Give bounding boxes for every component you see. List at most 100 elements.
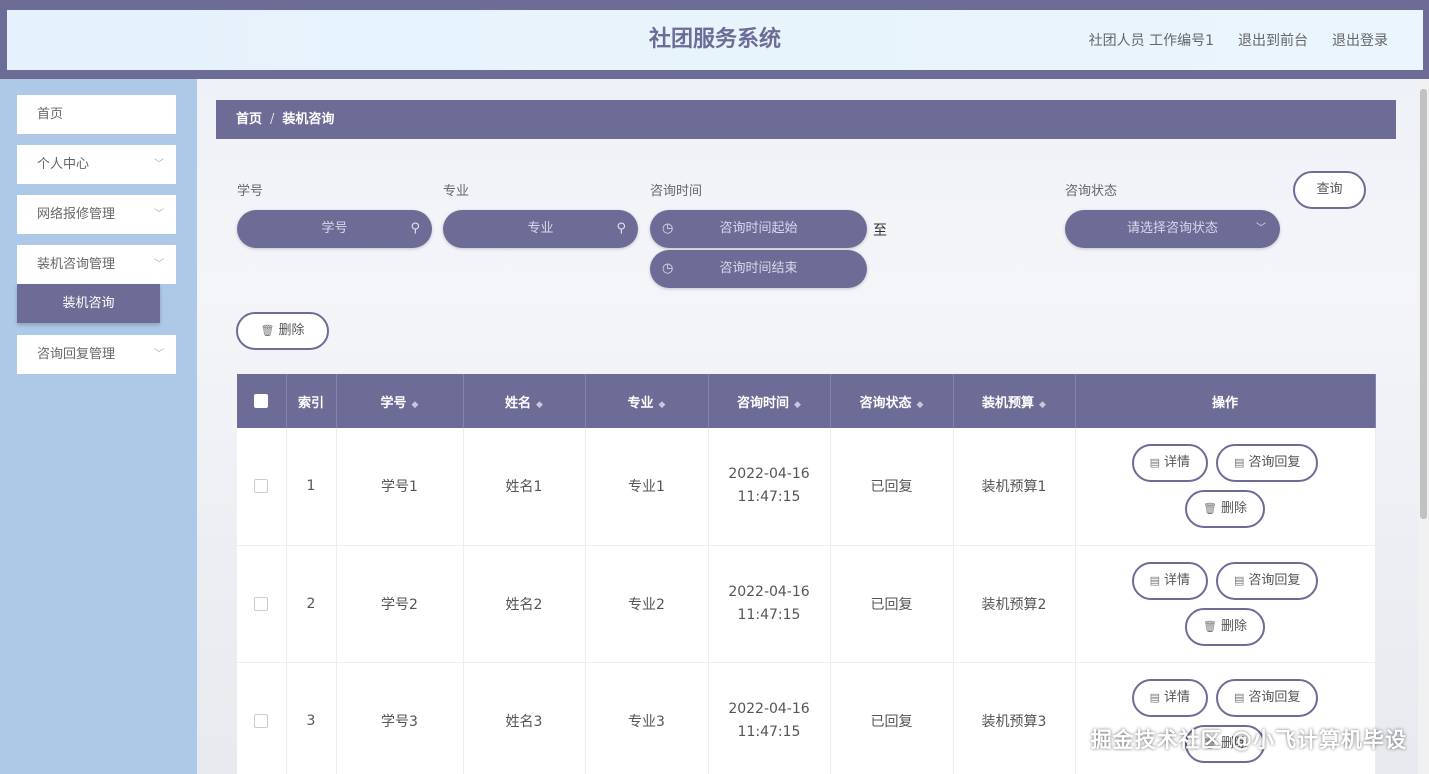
sidebar-item-consult-management[interactable]: 装机咨询管理 ﹀ [17, 245, 176, 284]
reply-label: 咨询回复 [1248, 689, 1301, 705]
zhuanye-label: 专业 [443, 184, 470, 199]
logout-link[interactable]: 退出登录 [1332, 30, 1388, 50]
cell-index: 3 [286, 662, 337, 774]
cell-name: 姓名3 [463, 662, 586, 774]
detail-button[interactable]: ▤ 详情 [1131, 678, 1208, 717]
sort-icon[interactable]: ◆ [412, 400, 419, 410]
sort-icon[interactable]: ◆ [917, 400, 924, 410]
scrollbar-thumb[interactable] [1420, 89, 1427, 519]
col-time[interactable]: 咨询时间 ◆ [708, 374, 831, 428]
row-checkbox[interactable] [254, 596, 269, 611]
sidebar-subitem-consult[interactable]: 装机咨询 [17, 284, 160, 323]
document-icon: ▤ [1234, 456, 1245, 470]
sort-icon[interactable]: ◆ [659, 400, 666, 410]
document-icon: ▤ [1234, 690, 1245, 704]
search-icon: ⚲ [616, 221, 626, 236]
reply-button[interactable]: ▤ 咨询回复 [1216, 678, 1319, 717]
page-scrollbar[interactable] [1418, 79, 1429, 774]
detail-label: 详情 [1163, 689, 1190, 705]
time-end-placeholder: 咨询时间结束 [719, 261, 798, 276]
breadcrumb-home[interactable]: 首页 [236, 112, 262, 127]
reply-button[interactable]: ▤ 咨询回复 [1216, 561, 1319, 600]
breadcrumb: 首页 / 装机咨询 [216, 100, 1396, 139]
cell-budget: 装机预算2 [953, 545, 1076, 663]
sidebar-item-label: 首页 [37, 107, 64, 122]
sidebar-item-repair-management[interactable]: 网络报修管理 ﹀ [17, 195, 176, 234]
zhuanye-placeholder: 专业 [527, 221, 554, 236]
reply-label: 咨询回复 [1248, 572, 1301, 588]
row-select-cell[interactable] [237, 428, 287, 546]
row-select-cell[interactable] [237, 662, 287, 774]
watermark: 掘金技术社区 @小飞计算机毕设 [1090, 728, 1407, 752]
cell-index: 1 [286, 428, 337, 546]
exit-to-front-link[interactable]: 退出到前台 [1238, 30, 1308, 50]
status-placeholder: 请选择咨询状态 [1126, 221, 1218, 236]
trash-icon: 🗑 [260, 324, 275, 337]
cell-budget: 装机预算1 [953, 428, 1076, 546]
breadcrumb-sep: / [270, 112, 275, 127]
col-status[interactable]: 咨询状态 ◆ [830, 374, 954, 428]
table-row: 2 学号2 姓名2 专业2 2022-04-16 11:47:15 已回复 装机… [237, 545, 1376, 663]
time-start-input[interactable]: ◷ 咨询时间起始 [650, 210, 867, 248]
delete-button[interactable]: 🗑 删除 [1185, 490, 1265, 529]
cell-time: 2022-04-16 11:47:15 [708, 545, 831, 663]
col-index: 索引 [286, 374, 337, 428]
detail-button[interactable]: ▤ 详情 [1131, 561, 1208, 600]
batch-delete-button[interactable]: 🗑 删除 [236, 312, 329, 350]
zhuanye-input[interactable]: 专业 ⚲ [443, 210, 638, 248]
table-header-row: 索引 学号 ◆ 姓名 ◆ 专业 ◆ 咨询时间 ◆ 咨询状态 ◆ 装机预算 ◆ 操作 [237, 374, 1376, 428]
col-name[interactable]: 姓名 ◆ [463, 374, 586, 428]
cell-xuehao: 学号1 [336, 428, 464, 546]
sidebar-item-reply-management[interactable]: 咨询回复管理 ﹀ [17, 335, 176, 374]
row-checkbox[interactable] [254, 713, 269, 728]
sidebar-item-personal-center[interactable]: 个人中心 ﹀ [17, 145, 176, 184]
sort-icon[interactable]: ◆ [536, 400, 543, 410]
cell-time: 2022-04-16 11:47:15 [708, 662, 831, 774]
time-end-input[interactable]: ◷ 咨询时间结束 [650, 250, 867, 288]
delete-label: 删除 [1220, 618, 1247, 634]
document-icon: ▤ [1234, 573, 1245, 587]
cell-name: 姓名1 [463, 428, 586, 546]
top-header: 社团服务系统 社团人员 工作编号1 退出到前台 退出登录 [7, 10, 1423, 70]
col-xuehao[interactable]: 学号 ◆ [336, 374, 464, 428]
delete-label: 删除 [1220, 501, 1247, 517]
sort-icon[interactable]: ◆ [1039, 400, 1046, 410]
col-major[interactable]: 专业 ◆ [585, 374, 709, 428]
search-button[interactable]: 查询 [1293, 171, 1366, 209]
row-select-cell[interactable] [237, 545, 287, 663]
chevron-down-icon: ﹀ [154, 259, 164, 270]
col-status-label: 咨询状态 [859, 395, 912, 411]
clock-icon: ◷ [662, 221, 674, 236]
select-all-cell[interactable] [237, 374, 287, 428]
col-time-label: 咨询时间 [737, 395, 790, 411]
reply-button[interactable]: ▤ 咨询回复 [1216, 444, 1319, 483]
col-budget-label: 装机预算 [982, 395, 1035, 411]
detail-button[interactable]: ▤ 详情 [1131, 444, 1208, 483]
header-nav: 社团人员 工作编号1 退出到前台 退出登录 [1089, 10, 1388, 70]
status-label: 咨询状态 [1065, 184, 1118, 199]
cell-xuehao: 学号3 [336, 662, 464, 774]
xuehao-input[interactable]: 学号 ⚲ [237, 210, 432, 248]
col-major-label: 专业 [627, 395, 654, 411]
sidebar-item-label: 网络报修管理 [37, 207, 116, 222]
table-row: 3 学号3 姓名3 专业3 2022-04-16 11:47:15 已回复 装机… [237, 662, 1376, 774]
sidebar-item-home[interactable]: 首页 [17, 95, 176, 134]
document-icon: ▤ [1149, 456, 1160, 470]
main-content: 首页 / 装机咨询 学号 学号 ⚲ 专业 专业 ⚲ 咨询时间 ◷ 咨询时间起始 至 … [197, 79, 1418, 774]
delete-button[interactable]: 🗑 删除 [1185, 607, 1265, 646]
status-select[interactable]: 请选择咨询状态 ﹀ [1065, 210, 1280, 248]
reply-label: 咨询回复 [1248, 455, 1301, 471]
row-checkbox[interactable] [254, 479, 269, 494]
col-budget[interactable]: 装机预算 ◆ [953, 374, 1076, 428]
cell-major: 专业2 [585, 545, 709, 663]
cell-xuehao: 学号2 [336, 545, 464, 663]
document-icon: ▤ [1149, 573, 1160, 587]
chevron-down-icon: ﹀ [154, 349, 164, 360]
cell-major: 专业1 [585, 428, 709, 546]
sort-icon[interactable]: ◆ [794, 400, 801, 410]
detail-label: 详情 [1163, 455, 1190, 471]
document-icon: ▤ [1149, 690, 1160, 704]
cell-status: 已回复 [830, 545, 954, 663]
select-all-checkbox[interactable] [254, 394, 269, 408]
sidebar-item-label: 装机咨询管理 [37, 257, 116, 272]
